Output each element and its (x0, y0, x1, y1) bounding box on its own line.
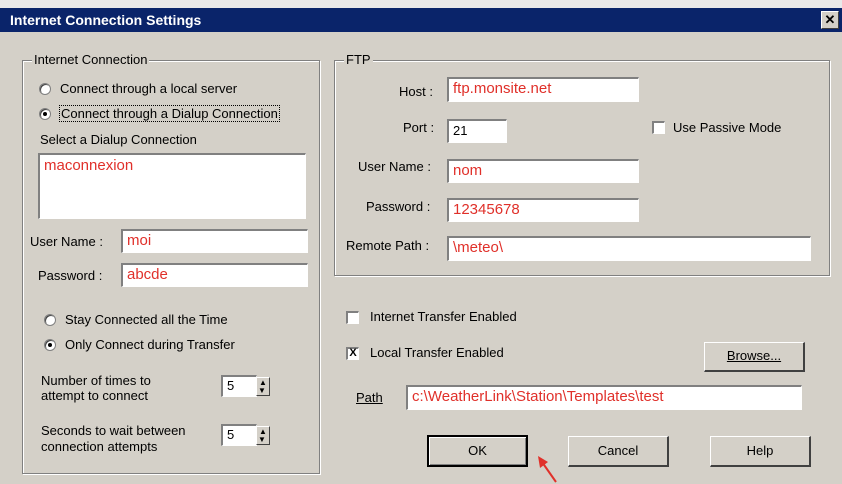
radio-dialup-label: Connect through a Dialup Connection (59, 105, 280, 122)
wait-input[interactable]: 5 (221, 424, 257, 446)
attempts-input[interactable]: 5 (221, 375, 257, 397)
browse-button-label: Browse... (726, 348, 782, 363)
ftp-port-label: Port : (403, 120, 435, 135)
radio-stay-connected[interactable] (44, 314, 56, 326)
ok-button[interactable]: OK (427, 435, 528, 467)
ftp-host-input[interactable]: ftp.monsite.net (447, 77, 639, 102)
red-arrow-icon (538, 456, 557, 483)
attempts-label-line2: attempt to connect (41, 388, 148, 403)
window-title: Internet Connection Settings (10, 12, 202, 28)
ftp-password-input[interactable]: 12345678 (447, 198, 639, 222)
ftp-legend: FTP (344, 52, 373, 67)
path-label: Path (356, 390, 383, 405)
local-transfer-checkbox[interactable]: X (346, 347, 359, 360)
ftp-username-input[interactable]: nom (447, 159, 639, 183)
ic-username-label: User Name : (30, 234, 103, 249)
close-button[interactable]: ✕ (821, 11, 839, 29)
dialup-connection-list[interactable]: maconnexion (38, 153, 306, 219)
ftp-username-label: User Name : (358, 159, 431, 174)
ftp-host-label: Host : (399, 84, 433, 99)
internet-transfer-label: Internet Transfer Enabled (370, 309, 517, 324)
ftp-password-label: Password : (366, 199, 431, 214)
help-button[interactable]: Help (710, 436, 811, 467)
select-dialup-label: Select a Dialup Connection (40, 132, 197, 147)
attempts-label-line1: Number of times to (41, 373, 151, 388)
passive-mode-label: Use Passive Mode (673, 120, 782, 135)
ftp-port-input[interactable]: 21 (447, 119, 507, 143)
radio-only-connect-label: Only Connect during Transfer (65, 337, 235, 352)
title-bar: Internet Connection Settings ✕ (0, 8, 842, 32)
remote-path-input[interactable]: \meteo\ (447, 236, 811, 261)
browse-button[interactable]: Browse... (704, 342, 805, 372)
dialup-connection-item[interactable]: maconnexion (44, 157, 133, 174)
ic-password-label: Password : (38, 268, 103, 283)
wait-label-line2: connection attempts (41, 439, 158, 454)
spin-down-icon[interactable]: ▼ (258, 435, 266, 444)
remote-path-label: Remote Path : (346, 238, 430, 253)
ic-password-input[interactable]: abcde (121, 263, 308, 287)
radio-dialup[interactable] (39, 108, 51, 120)
radio-local-server-label: Connect through a local server (60, 81, 238, 96)
local-transfer-label: Local Transfer Enabled (370, 345, 504, 360)
ic-username-input[interactable]: moi (121, 229, 308, 253)
spin-down-icon[interactable]: ▼ (258, 386, 266, 395)
path-input[interactable]: c:\WeatherLink\Station\Templates\test (406, 385, 802, 410)
ok-button-label: OK (468, 443, 487, 458)
radio-only-connect[interactable] (44, 339, 56, 351)
cancel-button[interactable]: Cancel (568, 436, 669, 467)
passive-mode-checkbox[interactable] (652, 121, 665, 134)
help-button-label: Help (746, 443, 774, 458)
internet-connection-legend: Internet Connection (32, 52, 150, 67)
internet-connection-settings-dialog: Internet Connection Settings ✕ Internet … (0, 0, 842, 484)
radio-stay-connected-label: Stay Connected all the Time (65, 312, 228, 327)
close-icon: ✕ (824, 12, 836, 27)
internet-transfer-checkbox[interactable] (346, 311, 359, 324)
cancel-button-label: Cancel (597, 443, 639, 458)
wait-label-line1: Seconds to wait between (41, 423, 186, 438)
radio-local-server[interactable] (39, 83, 51, 95)
